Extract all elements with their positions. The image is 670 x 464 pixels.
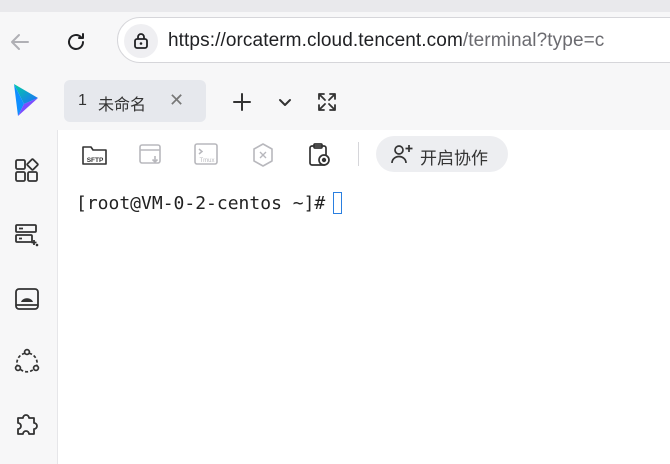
terminal-output[interactable]: [root@VM-0-2-centos ~]#: [76, 192, 343, 214]
url-host: https://orcaterm.cloud.tencent.com: [168, 30, 463, 51]
site-info-button[interactable]: [124, 24, 158, 58]
sidebar-item-apps[interactable]: [12, 156, 42, 186]
orcaterm-logo: [10, 82, 42, 118]
app-header: 1 未命名 ✕: [0, 72, 670, 130]
session-tab-close-icon[interactable]: ✕: [169, 90, 184, 110]
sidebar-item-share[interactable]: [12, 346, 42, 376]
sftp-label: SFTP: [87, 157, 104, 164]
sidebar-item-servers[interactable]: [12, 220, 42, 250]
address-bar[interactable]: https://orcaterm.cloud.tencent.com/termi…: [117, 17, 670, 63]
chevron-down-icon: [279, 99, 291, 106]
sftp-folder-icon: SFTP: [82, 146, 107, 165]
file-transfer-icon: [139, 144, 161, 164]
security-button[interactable]: [248, 140, 278, 170]
url-path: /terminal?type=c: [462, 30, 605, 51]
sidebar-item-storage[interactable]: [12, 284, 42, 314]
arrow-left-icon: [11, 34, 29, 50]
toolbar-divider: [358, 142, 359, 166]
plus-icon: [233, 93, 251, 111]
orcaterm-logo-icon: [14, 84, 38, 116]
browser-tab-strip: [0, 0, 670, 12]
puzzle-icon: [17, 414, 38, 435]
tmux-label: Tmux: [200, 158, 215, 164]
fullscreen-button[interactable]: [315, 90, 339, 114]
back-button[interactable]: [8, 30, 32, 54]
session-tab-number: 1: [78, 92, 87, 109]
share-nodes-icon: [14, 348, 40, 373]
fullscreen-icon: [318, 93, 336, 111]
server-list-icon: [15, 224, 39, 247]
add-user-icon: [391, 145, 413, 164]
shell-prompt: [root@VM-0-2-centos ~]#: [76, 193, 326, 214]
terminal-toolbar: SFTP Tmux 开启协作: [58, 130, 670, 178]
tmux-button[interactable]: Tmux: [192, 140, 222, 170]
session-tab[interactable]: 1 未命名 ✕: [64, 80, 206, 122]
clipboard-record-button[interactable]: [304, 140, 334, 170]
site-settings-icon: [134, 33, 148, 49]
browser-toolbar: https://orcaterm.cloud.tencent.com/termi…: [0, 12, 670, 72]
file-transfer-button[interactable]: [136, 140, 166, 170]
start-collaboration-button[interactable]: 开启协作: [376, 136, 508, 172]
reload-icon: [68, 33, 84, 50]
session-tab-name: 未命名: [98, 97, 147, 114]
url-text[interactable]: https://orcaterm.cloud.tencent.com/termi…: [168, 30, 604, 52]
sftp-button[interactable]: SFTP: [80, 140, 110, 170]
left-sidebar: [0, 130, 58, 464]
reload-button[interactable]: [64, 30, 88, 54]
tmux-terminal-icon: Tmux: [194, 143, 218, 165]
sidebar-item-extensions[interactable]: [12, 408, 42, 438]
terminal-panel: SFTP Tmux 开启协作 [root@VM-0-2-centos ~]#: [58, 130, 670, 464]
clipboard-record-icon: [309, 143, 330, 166]
hexagon-shield-icon: [253, 143, 273, 167]
terminal-cursor: [333, 192, 343, 214]
storage-box-icon: [15, 288, 39, 310]
add-tab-button[interactable]: [230, 90, 254, 114]
collaboration-label: 开启协作: [420, 149, 488, 168]
tab-dropdown-button[interactable]: [273, 90, 297, 114]
apps-grid-icon: [15, 158, 39, 182]
